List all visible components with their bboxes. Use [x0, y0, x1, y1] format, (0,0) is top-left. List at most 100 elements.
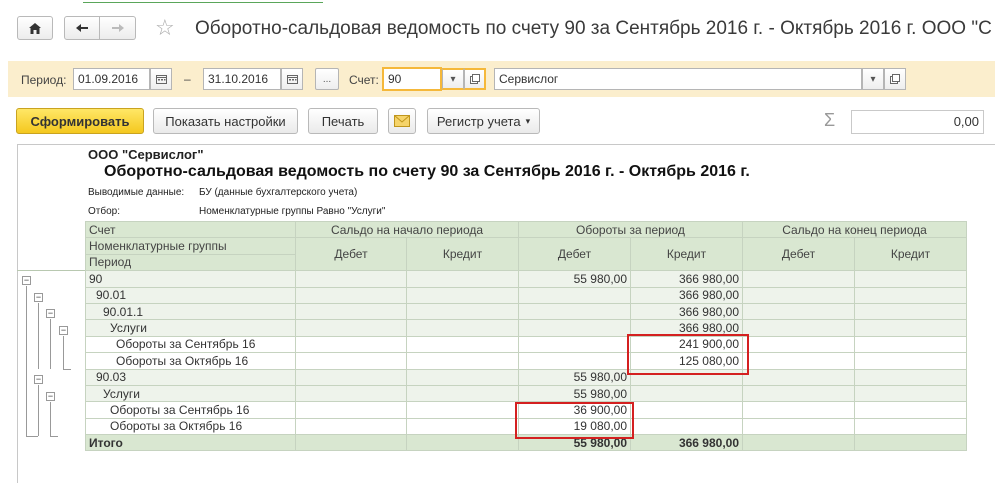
- table-row[interactable]: Обороты за Сентябрь 16 241 900,00: [85, 335, 967, 354]
- tree-line: [26, 436, 38, 437]
- turnover-credit-cell: 366 980,00: [630, 302, 743, 321]
- header-opening-credit: Кредит: [406, 237, 519, 272]
- turnover-credit-cell: [630, 401, 743, 419]
- highlight-box-credit: [627, 334, 749, 375]
- row-label: 90: [85, 270, 296, 288]
- period-select-button[interactable]: ...: [315, 68, 339, 90]
- open-form-icon: [890, 74, 900, 84]
- active-tab-indicator: [83, 0, 323, 3]
- table-row[interactable]: 90 55 980,00 366 980,00: [85, 270, 967, 288]
- dropdown-icon: ▾: [525, 115, 531, 126]
- header-turnover: Обороты за период: [518, 220, 743, 239]
- forward-button[interactable]: [100, 16, 136, 40]
- dropdown-icon: ▾: [870, 73, 876, 85]
- report-title: Оборотно-сальдовая ведомость по счету 90…: [104, 163, 750, 180]
- date-to-calendar-button[interactable]: [281, 68, 303, 90]
- opening-debit-cell: [295, 302, 407, 321]
- opening-debit-cell: [295, 286, 407, 304]
- closing-debit-cell: [742, 270, 855, 288]
- date-to-field[interactable]: 31.10.2016: [203, 68, 281, 90]
- tree-line: [63, 369, 71, 370]
- date-from-field[interactable]: 01.09.2016: [73, 68, 150, 90]
- home-button[interactable]: [17, 16, 53, 40]
- back-button[interactable]: [64, 16, 100, 40]
- print-button[interactable]: Печать: [308, 108, 378, 134]
- table-row[interactable]: 90.01.1 366 980,00: [85, 302, 967, 321]
- opening-credit-cell: [406, 302, 519, 321]
- calendar-icon: [286, 75, 298, 84]
- turnover-credit-cell: 366 980,00: [630, 286, 743, 304]
- header-closing-debit: Дебет: [742, 237, 855, 272]
- opening-credit-cell: [406, 368, 519, 386]
- accounting-register-button[interactable]: Регистр учета ▾: [427, 108, 540, 134]
- row-label: Обороты за Сентябрь 16: [85, 335, 296, 354]
- date-from-calendar-button[interactable]: [150, 68, 172, 90]
- table-row[interactable]: Услуги 366 980,00: [85, 319, 967, 337]
- closing-credit-cell: [854, 302, 967, 321]
- collapse-icon[interactable]: −: [59, 326, 68, 335]
- collapse-icon[interactable]: −: [46, 392, 55, 401]
- turnover-debit-cell: 55 980,00: [518, 368, 631, 386]
- arrow-right-icon: [111, 24, 124, 32]
- open-form-icon: [469, 74, 480, 84]
- account-label: Счет:: [349, 73, 379, 87]
- opening-credit-cell: [406, 319, 519, 337]
- collapse-icon[interactable]: −: [34, 375, 43, 384]
- closing-credit-cell: [854, 335, 967, 354]
- organization-open-button[interactable]: [884, 68, 906, 90]
- organization-field[interactable]: Сервислог: [494, 68, 862, 90]
- closing-debit-cell: [742, 302, 855, 321]
- turnover-credit-cell: [630, 384, 743, 403]
- closing-credit-cell: [854, 319, 967, 337]
- collapse-icon[interactable]: −: [46, 309, 55, 318]
- header-opening-balance: Сальдо на начало периода: [295, 220, 519, 239]
- report-company: ООО "Сервислог": [88, 147, 204, 162]
- accounting-register-label: Регистр учета: [436, 113, 521, 129]
- send-email-button[interactable]: [388, 108, 416, 134]
- output-data-value: БУ (данные бухгалтерского учета): [199, 187, 358, 198]
- generate-button[interactable]: Сформировать: [16, 108, 144, 134]
- closing-credit-cell: [854, 368, 967, 386]
- turnover-credit-cell: 366 980,00: [630, 270, 743, 288]
- closing-debit-cell: [742, 401, 855, 419]
- closing-credit-cell: [854, 401, 967, 419]
- output-data-label: Выводимые данные:: [88, 187, 185, 198]
- closing-debit-cell: [742, 417, 855, 436]
- opening-credit-cell: [406, 417, 519, 436]
- table-row[interactable]: 90.03 55 980,00: [85, 368, 967, 386]
- table-row[interactable]: 90.01 366 980,00: [85, 286, 967, 304]
- show-settings-button[interactable]: Показать настройки: [153, 108, 298, 134]
- closing-credit-cell: [854, 384, 967, 403]
- opening-credit-cell: [406, 335, 519, 354]
- closing-credit-cell: [854, 270, 967, 288]
- organization-dropdown-button[interactable]: ▾: [862, 68, 884, 90]
- period-label: Период:: [21, 73, 67, 87]
- collapse-icon[interactable]: −: [34, 293, 43, 302]
- header-item-group: Номенклатурные группы: [85, 237, 296, 255]
- closing-debit-cell: [742, 286, 855, 304]
- closing-debit-cell: [742, 434, 855, 452]
- account-dropdown-button[interactable]: ▾: [442, 68, 464, 90]
- row-label: Обороты за Сентябрь 16: [85, 401, 296, 419]
- opening-credit-cell: [406, 401, 519, 419]
- header-turnover-credit: Кредит: [630, 237, 743, 272]
- date-separator: –: [184, 72, 191, 86]
- turnover-debit-cell: [518, 335, 631, 354]
- star-icon[interactable]: ☆: [155, 16, 175, 40]
- opening-debit-cell: [295, 434, 407, 452]
- table-row[interactable]: Услуги 55 980,00: [85, 384, 967, 403]
- turnover-debit-cell: 55 980,00: [518, 270, 631, 288]
- report-border-left: [17, 144, 18, 483]
- account-field[interactable]: 90: [382, 67, 442, 91]
- opening-debit-cell: [295, 368, 407, 386]
- closing-debit-cell: [742, 335, 855, 354]
- tree-line: [38, 303, 39, 369]
- header-opening-debit: Дебет: [295, 237, 407, 272]
- row-label: 90.01.1: [85, 302, 296, 321]
- collapse-icon[interactable]: −: [22, 276, 31, 285]
- row-label: Услуги: [85, 319, 296, 337]
- account-open-button[interactable]: [464, 68, 486, 90]
- opening-credit-cell: [406, 434, 519, 452]
- closing-credit-cell: [854, 286, 967, 304]
- table-row[interactable]: Обороты за Октябрь 16 125 080,00: [85, 352, 967, 370]
